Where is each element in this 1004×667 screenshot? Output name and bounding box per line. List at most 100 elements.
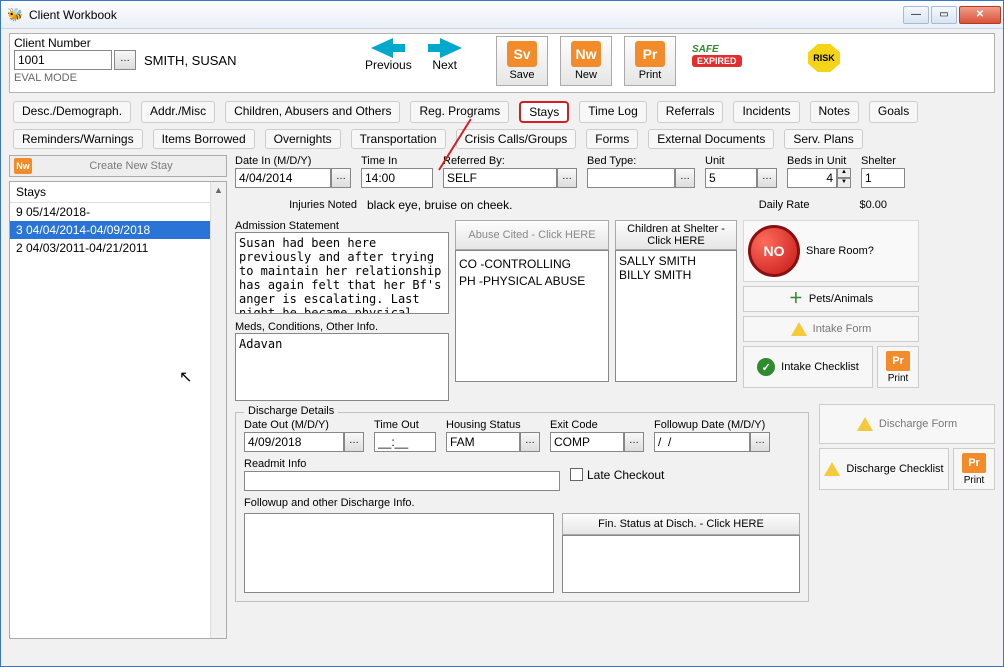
- children-at-shelter-button[interactable]: Children at Shelter - Click HERE: [615, 220, 737, 250]
- tab-reminders-warnings[interactable]: Reminders/Warnings: [13, 129, 143, 149]
- discharge-legend: Discharge Details: [244, 405, 338, 417]
- tab-forms[interactable]: Forms: [586, 129, 638, 149]
- unit-input[interactable]: [705, 168, 757, 188]
- safe-expired-badge: SAFE EXPIRED: [692, 44, 742, 67]
- arrow-left-icon: [371, 38, 393, 58]
- client-number-input[interactable]: [14, 50, 112, 70]
- previous-button[interactable]: Previous: [365, 38, 412, 72]
- followup-date-picker[interactable]: …: [750, 432, 770, 452]
- date-out-picker[interactable]: …: [344, 432, 364, 452]
- discharge-print-button[interactable]: PrPrint: [953, 448, 995, 490]
- check-icon: ✓: [757, 358, 775, 376]
- followup-info-text[interactable]: [244, 513, 554, 593]
- tab-children-abusers-and-others[interactable]: Children, Abusers and Others: [225, 101, 400, 123]
- exit-code-input[interactable]: [550, 432, 624, 452]
- intake-print-button[interactable]: PrPrint: [877, 346, 919, 388]
- close-button[interactable]: ✕: [959, 6, 1001, 24]
- housing-status-input[interactable]: [446, 432, 520, 452]
- tab-crisis-calls-groups[interactable]: Crisis Calls/Groups: [456, 129, 577, 149]
- tab-overnights[interactable]: Overnights: [265, 129, 341, 149]
- plus-icon: ＋: [789, 292, 803, 306]
- save-button[interactable]: SvSave: [496, 36, 548, 86]
- client-number-browse[interactable]: …: [114, 50, 136, 70]
- list-item[interactable]: SALLY SMITH: [619, 254, 733, 268]
- followup-date-input[interactable]: [654, 432, 750, 452]
- list-item[interactable]: CO -CONTROLLING: [459, 257, 605, 271]
- injuries-label: Injuries Noted: [235, 199, 357, 211]
- abuse-list[interactable]: CO -CONTROLLING PH -PHYSICAL ABUSE: [455, 250, 609, 382]
- stay-row[interactable]: 9 05/14/2018-: [10, 203, 226, 221]
- client-name: SMITH, SUSAN: [144, 53, 236, 68]
- share-room-no-button[interactable]: NO: [748, 225, 800, 277]
- unit-browse[interactable]: …: [757, 168, 777, 188]
- tab-serv-plans[interactable]: Serv. Plans: [784, 129, 862, 149]
- beds-spin-down[interactable]: ▼: [837, 178, 851, 188]
- referred-by-input[interactable]: [443, 168, 557, 188]
- new-icon: Nw: [14, 158, 32, 174]
- meds-text[interactable]: Adavan: [235, 333, 449, 401]
- followup-info-label: Followup and other Discharge Info.: [244, 497, 800, 509]
- bed-type-browse[interactable]: …: [675, 168, 695, 188]
- late-checkout-checkbox[interactable]: Late Checkout: [570, 468, 664, 482]
- tab-transportation[interactable]: Transportation: [351, 129, 446, 149]
- arrow-right-icon: [440, 38, 462, 58]
- beds-in-unit-input[interactable]: [787, 168, 837, 188]
- housing-browse[interactable]: …: [520, 432, 540, 452]
- maximize-button[interactable]: ▭: [931, 6, 957, 24]
- create-new-stay-button[interactable]: Nw Create New Stay: [9, 155, 227, 177]
- tab-addr-misc[interactable]: Addr./Misc: [141, 101, 215, 123]
- risk-badge[interactable]: RISK: [808, 44, 840, 72]
- minimize-button[interactable]: —: [903, 6, 929, 24]
- time-in-input[interactable]: [361, 168, 433, 188]
- intake-checklist-button[interactable]: ✓Intake Checklist: [743, 346, 873, 388]
- tab-time-log[interactable]: Time Log: [579, 101, 647, 123]
- date-in-input[interactable]: [235, 168, 331, 188]
- tab-stays[interactable]: Stays: [519, 101, 569, 123]
- tab-goals[interactable]: Goals: [869, 101, 918, 123]
- daily-rate-value: $0.00: [859, 199, 887, 211]
- tab-notes[interactable]: Notes: [810, 101, 859, 123]
- scroll-up-icon[interactable]: ▲: [211, 182, 226, 198]
- fin-status-list[interactable]: [562, 535, 800, 593]
- list-item[interactable]: PH -PHYSICAL ABUSE: [459, 274, 605, 288]
- abuse-cited-button[interactable]: Abuse Cited - Click HERE: [455, 220, 609, 250]
- tab-items-borrowed[interactable]: Items Borrowed: [153, 129, 255, 149]
- daily-rate-label: Daily Rate: [759, 199, 810, 211]
- readmit-input[interactable]: [244, 471, 560, 491]
- date-in-picker[interactable]: …: [331, 168, 351, 188]
- client-number-label: Client Number: [14, 36, 236, 50]
- tab-external-documents[interactable]: External Documents: [648, 129, 774, 149]
- referred-by-browse[interactable]: …: [557, 168, 577, 188]
- time-out-input[interactable]: [374, 432, 436, 452]
- tab-referrals[interactable]: Referrals: [657, 101, 724, 123]
- scrollbar[interactable]: ▲: [210, 182, 226, 638]
- meds-label: Meds, Conditions, Other Info.: [235, 321, 449, 333]
- beds-spin-up[interactable]: ▲: [837, 168, 851, 178]
- tab-desc-demograph-[interactable]: Desc./Demograph.: [13, 101, 131, 123]
- window-title: Client Workbook: [29, 8, 903, 22]
- bed-type-input[interactable]: [587, 168, 675, 188]
- tab-reg-programs[interactable]: Reg. Programs: [410, 101, 509, 123]
- admission-text[interactable]: Susan had been here previously and after…: [235, 232, 449, 314]
- children-list[interactable]: SALLY SMITHBILLY SMITH: [615, 250, 737, 382]
- intake-form-button[interactable]: Intake Form: [743, 316, 919, 342]
- discharge-form-button[interactable]: Discharge Form: [819, 404, 995, 444]
- stays-list-header: Stays: [10, 182, 226, 203]
- eval-mode-label: EVAL MODE: [14, 72, 236, 84]
- exit-browse[interactable]: …: [624, 432, 644, 452]
- warning-icon: [824, 462, 840, 476]
- stay-row[interactable]: 3 04/04/2014-04/09/2018: [10, 221, 226, 239]
- fin-status-button[interactable]: Fin. Status at Disch. - Click HERE: [562, 513, 800, 535]
- admission-label: Admission Statement: [235, 220, 449, 232]
- stay-row[interactable]: 2 04/03/2011-04/21/2011: [10, 239, 226, 257]
- tab-incidents[interactable]: Incidents: [733, 101, 799, 123]
- new-button[interactable]: NwNew: [560, 36, 612, 86]
- date-out-input[interactable]: [244, 432, 344, 452]
- pets-animals-button[interactable]: ＋Pets/Animals: [743, 286, 919, 312]
- list-item[interactable]: BILLY SMITH: [619, 268, 733, 282]
- next-button[interactable]: Next: [428, 38, 462, 72]
- warning-icon: [857, 417, 873, 431]
- print-button[interactable]: PrPrint: [624, 36, 676, 86]
- discharge-checklist-button[interactable]: Discharge Checklist: [819, 448, 949, 490]
- shelter-input[interactable]: [861, 168, 905, 188]
